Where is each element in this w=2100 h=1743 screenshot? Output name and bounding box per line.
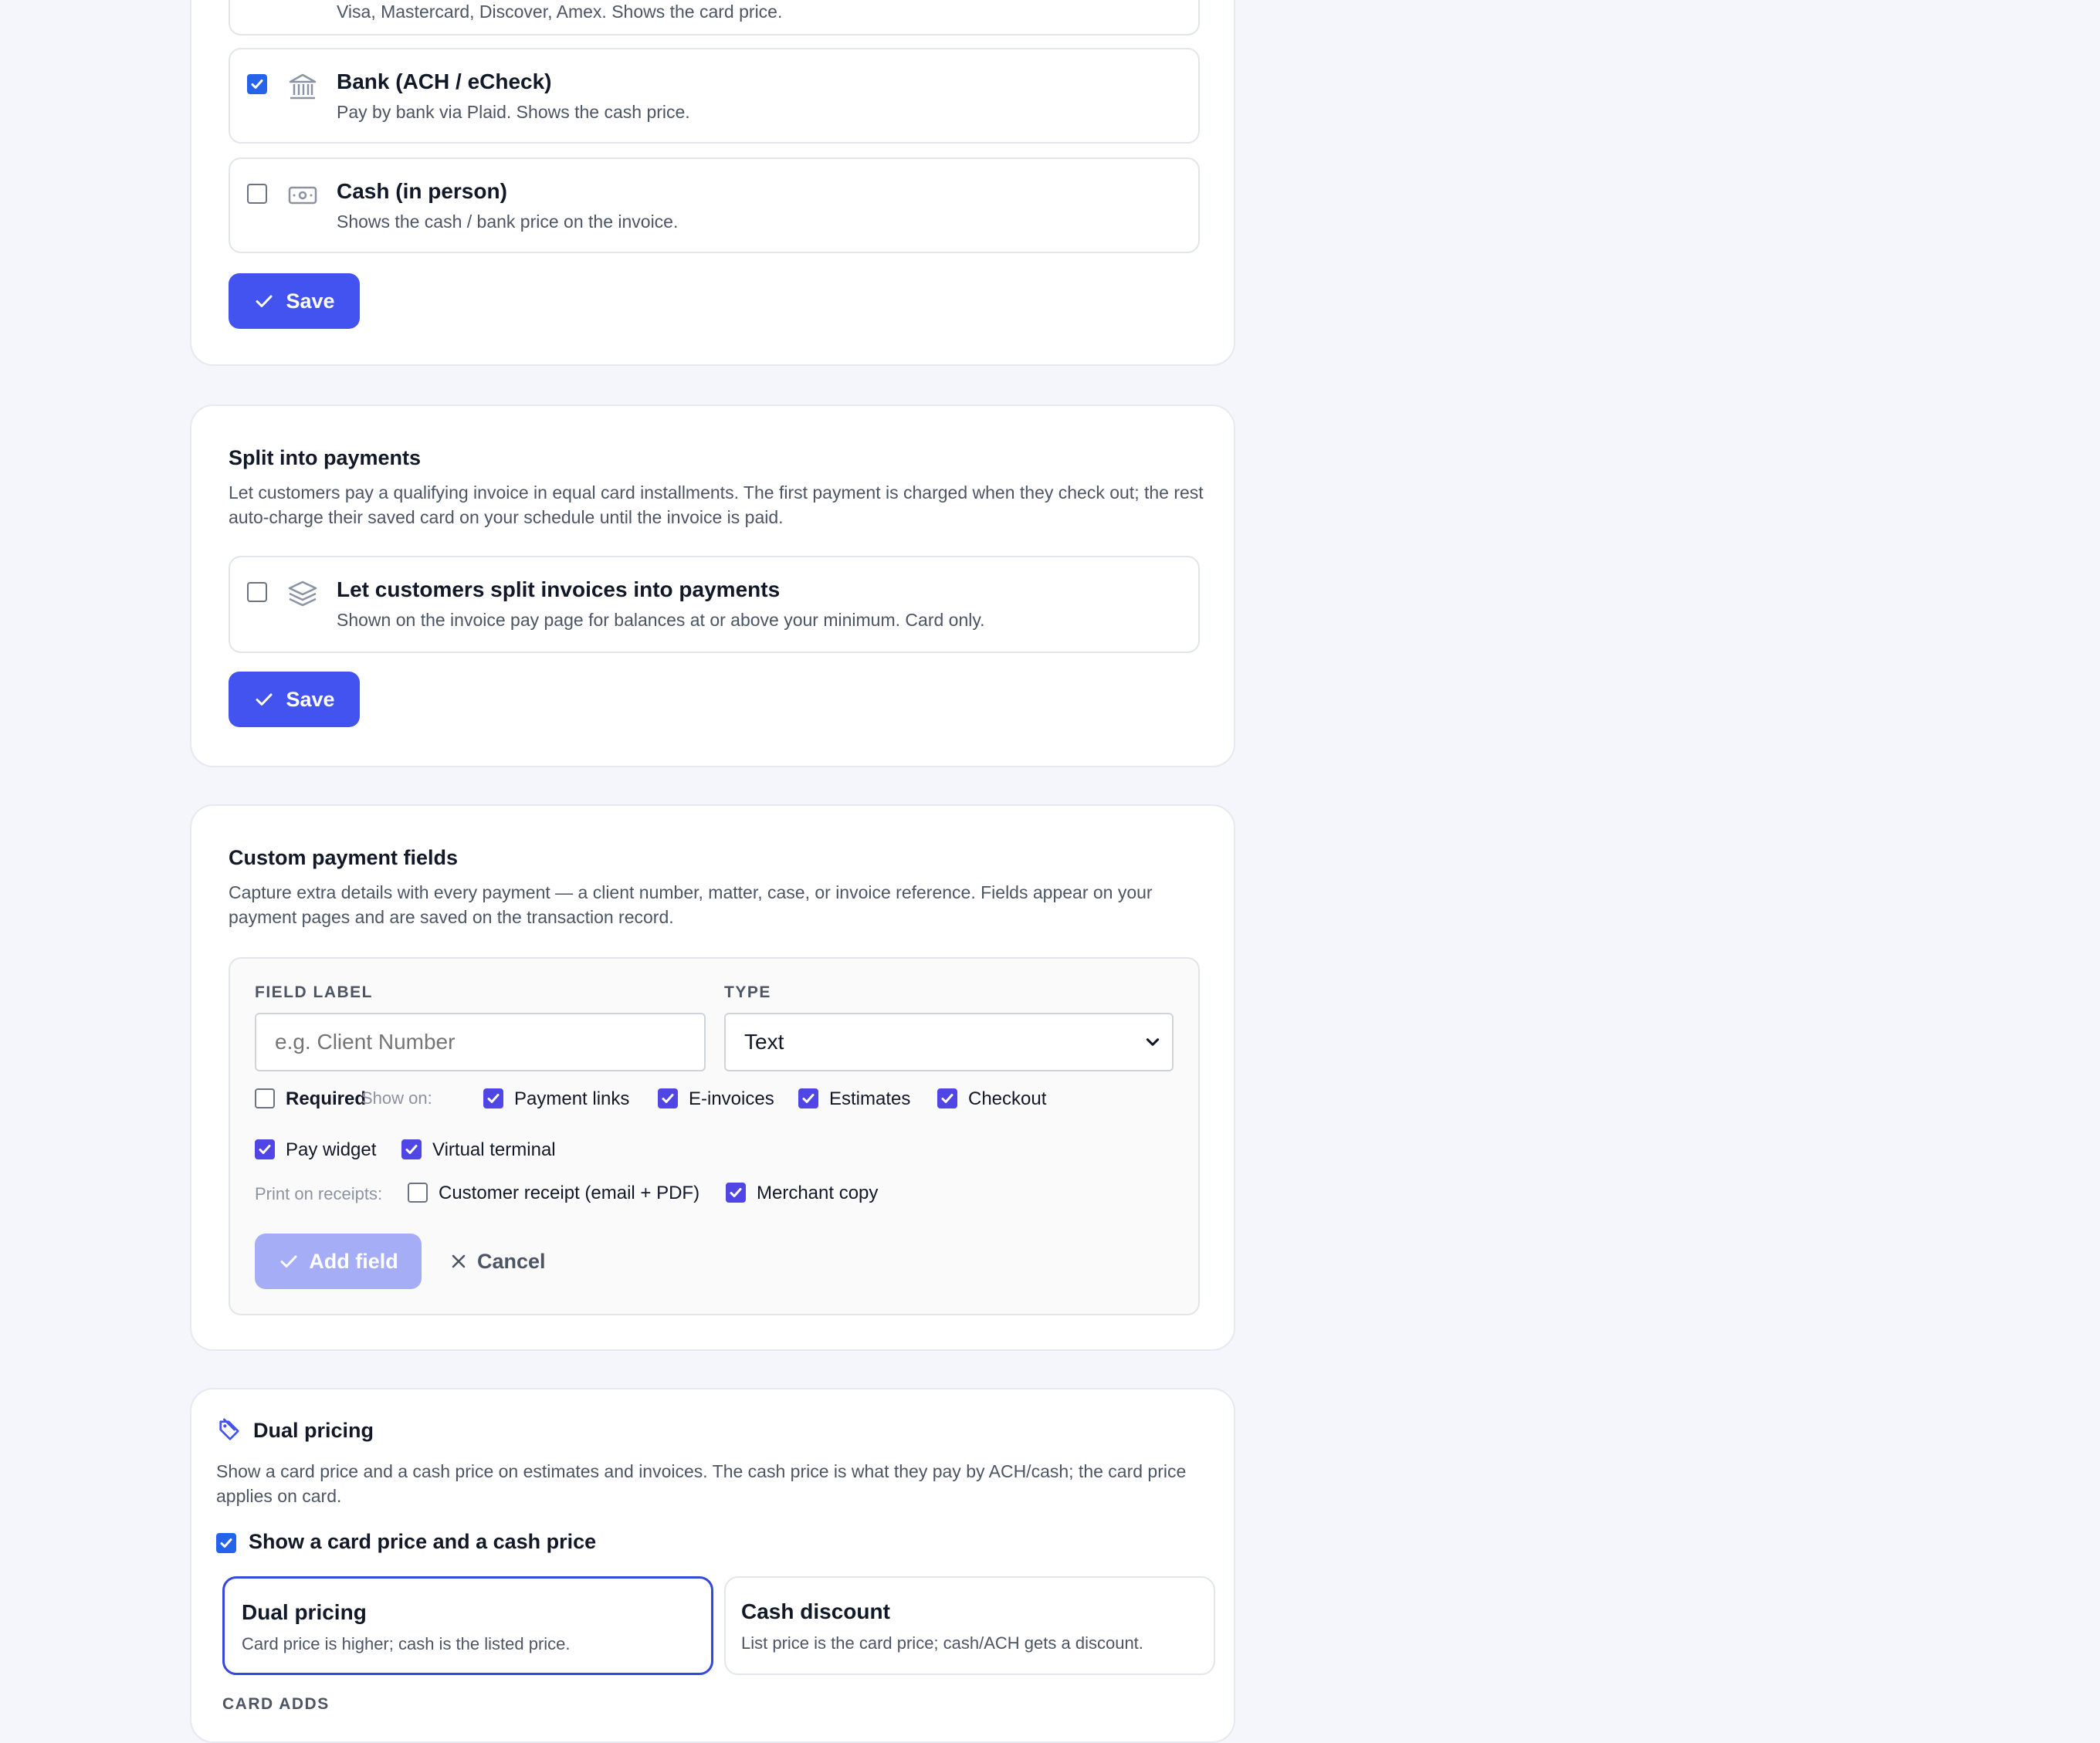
check-icon bbox=[256, 295, 273, 307]
customer-receipt-checkbox[interactable] bbox=[408, 1183, 428, 1203]
cash-option[interactable]: Cash (in person) Shows the cash / bank p… bbox=[229, 157, 1200, 253]
split-option[interactable]: Let customers split invoices into paymen… bbox=[229, 556, 1200, 653]
save-label: Save bbox=[286, 687, 335, 711]
add-field-button[interactable]: Add field bbox=[255, 1234, 422, 1289]
show-on-e-invoices-label: E-invoices bbox=[689, 1088, 774, 1109]
type-select[interactable]: Text bbox=[724, 1013, 1174, 1071]
mode-dual-pricing[interactable]: Dual pricing Card price is higher; cash … bbox=[222, 1576, 713, 1675]
show-on-estimates-label: Estimates bbox=[829, 1088, 911, 1109]
show-on-payment-links-checkbox[interactable] bbox=[483, 1088, 503, 1108]
section-description: Let customers pay a qualifying invoice i… bbox=[229, 482, 1204, 527]
check-icon bbox=[280, 1255, 297, 1267]
required-label: Required bbox=[286, 1088, 367, 1109]
type-select-value: Text bbox=[744, 1030, 784, 1054]
close-icon bbox=[452, 1254, 466, 1268]
show-on-checkout-checkbox[interactable] bbox=[937, 1088, 957, 1108]
merchant-copy-label: Merchant copy bbox=[757, 1183, 879, 1203]
section-title: Dual pricing bbox=[253, 1419, 374, 1442]
show-on-payment-links-label: Payment links bbox=[514, 1088, 630, 1109]
bank-option-title: Bank (ACH / eCheck) bbox=[337, 69, 552, 93]
cash-icon bbox=[288, 186, 317, 205]
custom-fields-card: Custom payment fields Capture extra deta… bbox=[190, 804, 1235, 1351]
mode-cash-discount-title: Cash discount bbox=[741, 1599, 890, 1623]
cash-checkbox[interactable] bbox=[247, 184, 267, 204]
save-label: Save bbox=[286, 289, 335, 313]
merchant-copy-checkbox[interactable] bbox=[726, 1183, 746, 1203]
chevron-down-icon bbox=[1146, 1038, 1160, 1046]
dual-pricing-toggle-label: Show a card price and a cash price bbox=[249, 1530, 597, 1553]
print-on-receipts-label: Print on receipts: bbox=[255, 1184, 383, 1203]
new-field-form: FIELD LABEL TYPE Text Required Show on: … bbox=[229, 957, 1200, 1315]
mode-dual-pricing-desc: Card price is higher; cash is the listed… bbox=[242, 1634, 571, 1653]
show-on-estimates-checkbox[interactable] bbox=[798, 1088, 818, 1108]
save-button[interactable]: Save bbox=[229, 672, 360, 727]
section-title: Split into payments bbox=[229, 446, 422, 469]
mode-dual-pricing-title: Dual pricing bbox=[242, 1600, 367, 1624]
section-description: Show a card price and a cash price on es… bbox=[216, 1461, 1187, 1506]
cancel-button[interactable]: Cancel bbox=[440, 1234, 555, 1289]
card-option[interactable]: Visa, Mastercard, Discover, Amex. Shows … bbox=[229, 0, 1200, 36]
show-on-label: Show on: bbox=[361, 1088, 432, 1108]
split-option-title: Let customers split invoices into paymen… bbox=[337, 577, 781, 601]
show-on-pay-widget-checkbox[interactable] bbox=[255, 1139, 275, 1159]
section-description: Capture extra details with every payment… bbox=[229, 882, 1153, 927]
mode-cash-discount[interactable]: Cash discount List price is the card pri… bbox=[724, 1576, 1215, 1675]
bank-checkbox[interactable] bbox=[247, 74, 267, 94]
field-label-input[interactable] bbox=[255, 1013, 706, 1071]
cash-option-desc: Shows the cash / bank price on the invoi… bbox=[337, 212, 679, 232]
mode-cash-discount-desc: List price is the card price; cash/ACH g… bbox=[741, 1633, 1143, 1653]
add-field-label: Add field bbox=[309, 1249, 398, 1273]
bank-option-desc: Pay by bank via Plaid. Shows the cash pr… bbox=[337, 102, 690, 122]
show-on-virtual-terminal-label: Virtual terminal bbox=[432, 1139, 556, 1160]
show-on-virtual-terminal-checkbox[interactable] bbox=[401, 1139, 422, 1159]
cash-option-title: Cash (in person) bbox=[337, 179, 507, 203]
section-title: Custom payment fields bbox=[229, 846, 459, 869]
customer-receipt-label: Customer receipt (email + PDF) bbox=[439, 1183, 700, 1203]
split-option-desc: Shown on the invoice pay page for balanc… bbox=[337, 610, 985, 630]
required-checkbox[interactable] bbox=[255, 1088, 275, 1108]
bank-icon bbox=[289, 73, 317, 100]
field-label-heading: FIELD LABEL bbox=[255, 983, 373, 1001]
cancel-label: Cancel bbox=[477, 1249, 546, 1273]
split-checkbox[interactable] bbox=[247, 582, 267, 602]
show-on-pay-widget-label: Pay widget bbox=[286, 1139, 377, 1160]
payment-methods-card: Visa, Mastercard, Discover, Amex. Shows … bbox=[190, 0, 1235, 366]
card-option-desc: Visa, Mastercard, Discover, Amex. Shows … bbox=[337, 2, 783, 22]
bank-option[interactable]: Bank (ACH / eCheck) Pay by bank via Plai… bbox=[229, 48, 1200, 144]
show-on-e-invoices-checkbox[interactable] bbox=[658, 1088, 678, 1108]
dual-pricing-toggle-checkbox[interactable] bbox=[216, 1533, 236, 1553]
layers-icon bbox=[288, 580, 317, 607]
type-heading: TYPE bbox=[724, 983, 771, 1001]
dual-pricing-card: Dual pricing Show a card price and a cas… bbox=[190, 1388, 1235, 1743]
save-button[interactable]: Save bbox=[229, 273, 360, 329]
split-payments-card: Split into payments Let customers pay a … bbox=[190, 404, 1235, 767]
show-on-checkout-label: Checkout bbox=[968, 1088, 1047, 1109]
tag-icon bbox=[219, 1418, 239, 1440]
check-icon bbox=[256, 693, 273, 706]
